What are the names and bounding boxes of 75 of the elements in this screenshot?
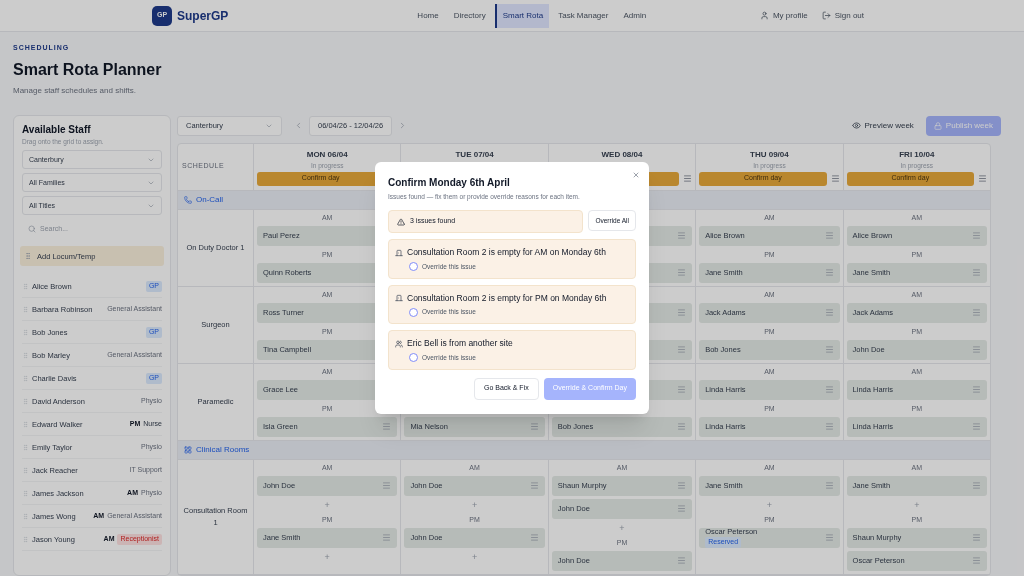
menu-icon[interactable] [824,308,834,317]
menu-icon[interactable] [677,268,687,277]
dialog-title: Confirm Monday 6th April [388,176,511,191]
page-subtitle: Manage staff schedules and shifts. [13,84,138,97]
nav-link[interactable]: Home [411,3,445,28]
issue-text: Consultation Room 2 is empty for PM on Monday 6th [407,291,607,305]
menu-icon[interactable] [382,533,392,542]
menu-icon[interactable] [529,533,539,542]
issue-icon [395,248,403,257]
menu-icon[interactable] [677,385,687,394]
previous-week-icon[interactable] [294,121,303,130]
nav-link[interactable]: Admin [617,3,653,28]
lock-icon [933,121,942,130]
day-heading: THU 09/04 [750,148,789,161]
page-title: Smart Rota Planner [13,59,163,80]
nav-link[interactable]: Task Manager [552,3,615,28]
menu-icon[interactable] [972,231,981,240]
menu-icon[interactable] [972,385,981,394]
preview-week-button[interactable]: Preview week [847,119,918,132]
menu-icon[interactable] [978,174,987,183]
menu-icon[interactable] [677,308,687,317]
menu-icon[interactable] [972,345,981,354]
menu-icon[interactable] [824,422,834,431]
close-icon[interactable] [632,171,640,180]
issue-icon [395,294,403,302]
eye-icon [851,121,861,130]
menu-icon[interactable] [382,422,392,431]
day-heading: WED 08/04 [601,148,643,161]
menu-icon[interactable] [824,345,834,354]
menu-icon[interactable] [972,556,981,565]
brand-name: SuperGP [177,7,229,25]
menu-icon[interactable] [972,533,981,542]
menu-icon[interactable] [972,308,981,317]
menu-icon[interactable] [972,268,981,277]
nav-link[interactable]: Smart Rota [494,3,550,28]
menu-icon[interactable] [382,481,392,490]
grip-icon [24,252,32,261]
user-icon [759,11,769,20]
menu-icon[interactable] [830,174,840,183]
section-title: Clinical Rooms [196,443,250,456]
day-heading: MON 06/04 [306,148,348,161]
profile-link[interactable]: My profile [759,9,808,22]
menu-icon[interactable] [824,481,834,490]
menu-icon[interactable] [683,174,693,183]
panel-title: Available Staff [22,122,92,137]
issue-text: Consultation Room 2 is empty for AM on Monday 6th [407,246,606,259]
day-heading: TUE 07/04 [455,148,494,161]
issue-text: Eric Bell is from another site [407,337,513,350]
issue-icon [395,339,403,348]
menu-icon[interactable] [677,422,687,431]
section-icon [184,195,192,204]
menu-icon[interactable] [824,533,834,542]
menu-icon[interactable] [677,345,687,354]
menu-icon[interactable] [529,422,539,431]
section-title: On-Call [196,193,224,206]
menu-icon[interactable] [677,481,687,490]
menu-icon[interactable] [972,422,981,431]
override-radio[interactable] [409,262,418,272]
search-icon [28,224,36,233]
menu-icon[interactable] [824,231,834,240]
override-radio[interactable] [409,353,418,363]
sign-out-icon [821,11,831,20]
menu-icon[interactable] [824,268,834,277]
menu-icon[interactable] [972,481,981,490]
menu-icon[interactable] [824,385,834,394]
nav-link[interactable]: Directory [447,3,492,28]
warning-icon [397,217,405,226]
day-heading: FRI 10/04 [899,148,935,161]
section-icon [184,445,192,454]
menu-icon[interactable] [677,556,687,565]
sign-out-link[interactable]: Sign out [821,9,864,22]
override-radio[interactable] [409,307,418,317]
menu-icon[interactable] [677,504,687,513]
menu-icon[interactable] [677,231,687,240]
menu-icon[interactable] [529,481,539,490]
